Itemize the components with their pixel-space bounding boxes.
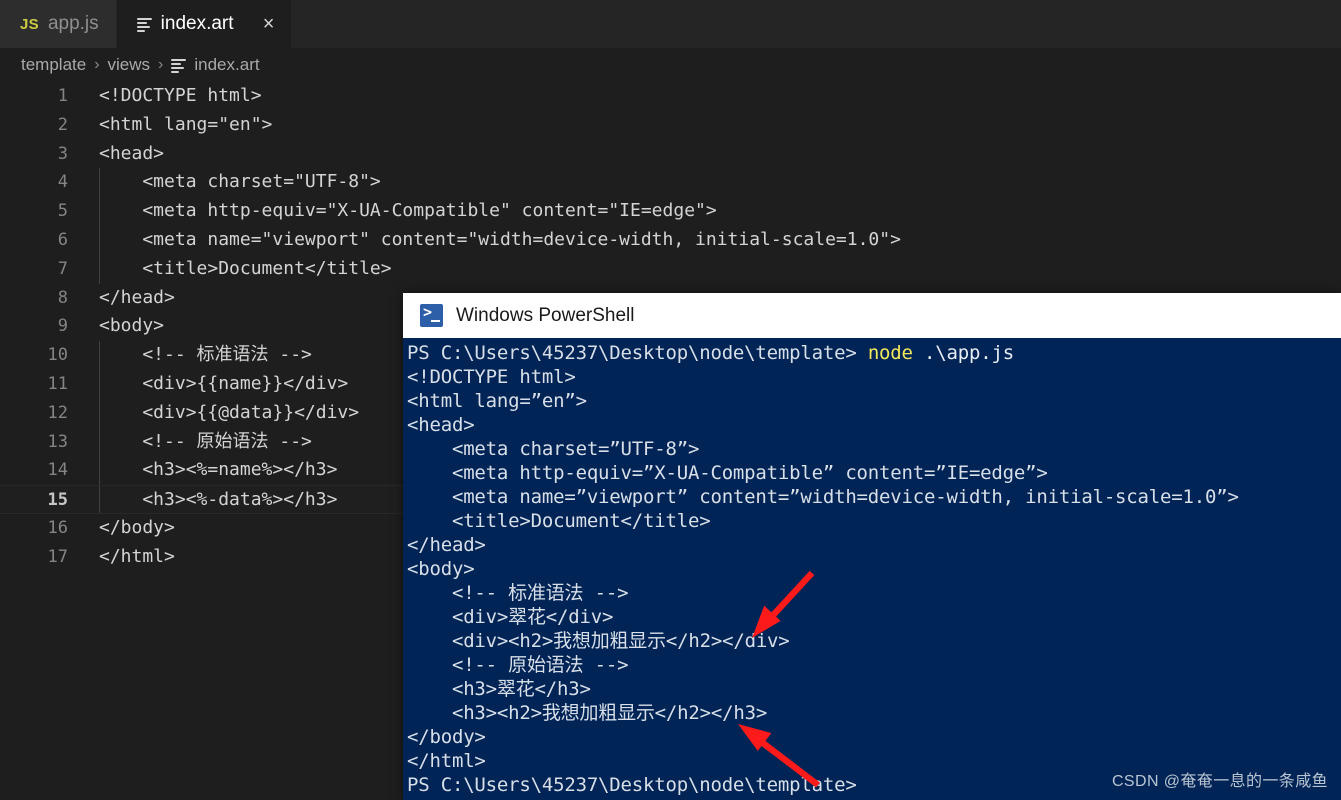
art-file-icon: [171, 58, 187, 73]
code-text: <div>{{name}}</div>: [99, 372, 349, 394]
tab-app-js[interactable]: JS app.js: [0, 0, 117, 48]
powershell-window[interactable]: Windows PowerShell PS C:\Users\45237\Des…: [403, 293, 1341, 800]
terminal-output-line: <head>: [407, 414, 475, 436]
line-number: 5: [57, 201, 68, 222]
line-number: 16: [47, 517, 68, 538]
line-number: 13: [47, 431, 68, 452]
terminal-output-line: </head>: [407, 534, 486, 556]
line-number: 7: [57, 258, 68, 279]
code-text: <meta name="viewport" content="width=dev…: [99, 228, 901, 250]
line-number: 6: [57, 229, 68, 250]
terminal-output-line: <div>翠花</div>: [407, 606, 614, 628]
code-text: <h3><%-data%></h3>: [99, 489, 338, 511]
tab-label: app.js: [47, 13, 99, 34]
line-number: 2: [57, 114, 68, 135]
chevron-right-icon: ›: [158, 56, 164, 73]
code-text: </body>: [99, 516, 175, 538]
terminal-output-line: <html lang=”en”>: [407, 390, 587, 412]
line-number: 3: [57, 143, 68, 164]
line-number: 14: [47, 460, 68, 481]
code-line[interactable]: 1 <!DOCTYPE html>: [0, 82, 1341, 111]
code-line[interactable]: 7 <title>Document</title>: [0, 254, 1341, 284]
code-text: <html lang="en">: [99, 113, 273, 135]
terminal-output-line: <!DOCTYPE html>: [407, 366, 576, 388]
code-line[interactable]: 4 <meta charset="UTF-8">: [0, 168, 1341, 197]
code-text: <head>: [99, 142, 165, 164]
code-text: <!-- 标准语法 -->: [99, 344, 312, 366]
tab-bar-empty-space: [291, 0, 1341, 48]
breadcrumb-item-views[interactable]: views: [108, 55, 151, 75]
code-text: <title>Document</title>: [99, 257, 392, 279]
code-text: <div>{{@data}}</div>: [99, 401, 360, 423]
terminal-output-line: <h3>翠花</h3>: [407, 678, 591, 700]
code-line[interactable]: 3 <head>: [0, 140, 1341, 169]
chevron-right-icon: ›: [94, 56, 100, 73]
terminal-output-line: <body>: [407, 558, 475, 580]
breadcrumb: template › views › index.art: [0, 48, 1341, 82]
terminal-output[interactable]: PS C:\Users\45237\Desktop\node\template>…: [403, 338, 1341, 800]
code-text: </html>: [99, 545, 175, 567]
code-text: <body>: [99, 315, 165, 337]
terminal-output-line: <title>Document</title>: [407, 510, 711, 532]
window-title: Windows PowerShell: [456, 304, 635, 326]
tab-label: index.art: [160, 13, 234, 34]
prompt-path: PS C:\Users\45237\Desktop\node\template>: [407, 342, 868, 364]
terminal-output-line: <!-- 标准语法 -->: [407, 582, 629, 604]
line-number: 1: [57, 86, 68, 106]
line-number: 17: [47, 546, 68, 567]
breadcrumb-item-template[interactable]: template: [21, 55, 86, 75]
line-number: 9: [57, 316, 68, 337]
line-number: 11: [47, 373, 68, 394]
editor-tab-bar: JS app.js index.art ×: [0, 0, 1341, 48]
terminal-output-line: <meta name=”viewport” content=”width=dev…: [407, 486, 1239, 508]
line-number: 10: [47, 345, 68, 366]
breadcrumb-item-file[interactable]: index.art: [171, 55, 260, 75]
code-line[interactable]: 6 <meta name="viewport" content="width=d…: [0, 225, 1341, 255]
code-line[interactable]: 2 <html lang="en">: [0, 111, 1341, 140]
terminal-prompt-line: PS C:\Users\45237\Desktop\node\template>…: [407, 341, 1341, 365]
code-text: </head>: [99, 286, 175, 308]
art-file-icon: [136, 17, 152, 32]
terminal-output-line: <meta charset=”UTF-8”>: [407, 438, 700, 460]
code-text: <h3><%=name%></h3>: [99, 459, 338, 481]
code-text: <!DOCTYPE html>: [99, 85, 262, 106]
code-text: <meta http-equiv="X-UA-Compatible" conte…: [99, 200, 717, 222]
terminal-output-line: <!-- 原始语法 -->: [407, 654, 629, 676]
terminal-output-line: </body>: [407, 726, 486, 748]
code-line[interactable]: 5 <meta http-equiv="X-UA-Compatible" con…: [0, 197, 1341, 226]
command-argument: .\app.js: [912, 342, 1014, 364]
command-name: node: [867, 342, 913, 364]
tab-index-art[interactable]: index.art ×: [116, 0, 292, 48]
powershell-title-bar[interactable]: Windows PowerShell: [403, 293, 1341, 338]
line-number: 8: [57, 287, 68, 308]
js-file-icon: JS: [20, 15, 39, 33]
screen: JS app.js index.art × template › views ›: [0, 0, 1341, 800]
terminal-output-line: <meta http-equiv=”X-UA-Compatible” conte…: [407, 462, 1048, 484]
csdn-watermark: CSDN @奄奄一息的一条咸鱼: [1111, 773, 1328, 790]
line-number: 4: [57, 172, 68, 193]
code-text: <meta charset="UTF-8">: [99, 171, 381, 193]
line-number: 12: [47, 402, 68, 423]
breadcrumb-file-label: index.art: [194, 55, 260, 74]
powershell-icon: [420, 304, 443, 327]
code-text: <!-- 原始语法 -->: [99, 430, 312, 452]
close-icon[interactable]: ×: [257, 12, 281, 36]
line-number: 15: [47, 490, 68, 511]
terminal-output-line: <h3><h2>我想加粗显示</h2></h3>: [407, 702, 768, 724]
terminal-output-line: <div><h2>我想加粗显示</h2></div>: [407, 630, 790, 652]
